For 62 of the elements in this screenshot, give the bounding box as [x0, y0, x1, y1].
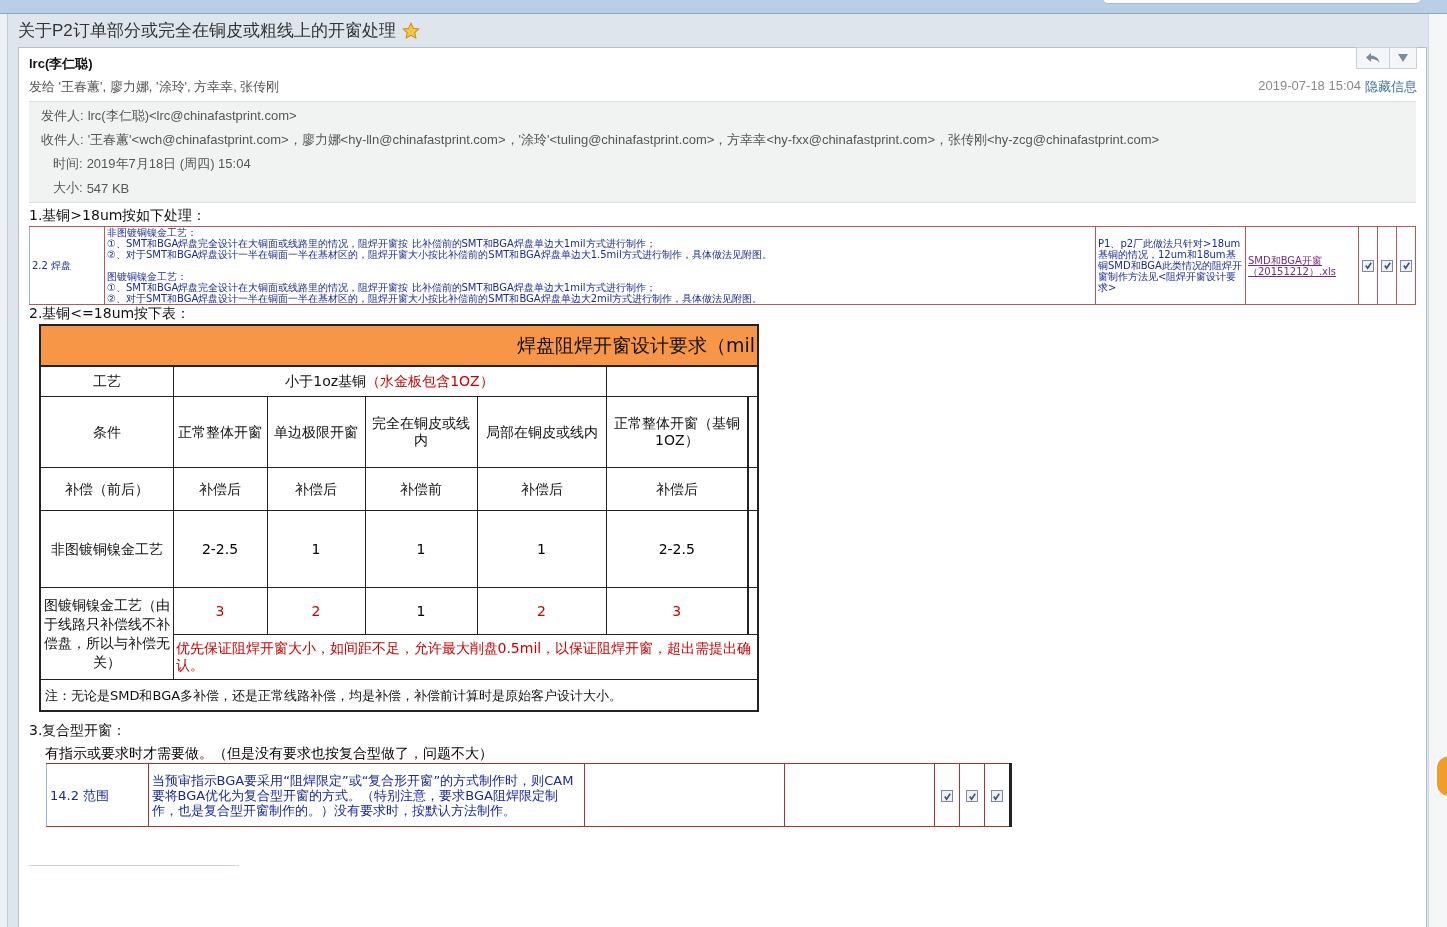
table-cell: 2	[267, 587, 365, 635]
table-text-line: ②、对于SMT和BGA焊盘设计一半在铜面一半在基材区的，阻焊开窗大小按比补偿前的SMT和BGA焊盘单边大2mil方式进行制作，具体做法见附图。	[107, 293, 764, 304]
table-cell: 1	[365, 510, 477, 588]
table-cell: 图镀铜镍金工艺（由于线路只补偿线不补偿盘，所以与补偿无关）	[40, 587, 173, 680]
table-cell: 补偿后	[477, 467, 606, 511]
section-heading: 2.基铜<=18um按下表：	[29, 305, 192, 323]
detail-value: 547 KB	[86, 180, 130, 196]
reply-button[interactable]	[1356, 47, 1390, 69]
checkbox[interactable]	[1400, 259, 1412, 272]
caret-icon	[1398, 54, 1408, 62]
checkbox[interactable]	[1381, 259, 1393, 272]
table-cell: 2	[477, 587, 606, 635]
sender-name: lrc(李仁聪)	[29, 55, 93, 73]
email-subject: 关于P2订单部分或完全在铜皮或粗线上的开窗处理	[18, 20, 396, 42]
table-cell: 单边极限开窗	[267, 396, 365, 468]
table-text-line: ①、SMT和BGA焊盘完全设计在大铜面或线路里的情况，阻焊开窗按 比补偿前的SMT和BGA焊盘单边大1mil方式进行制作；	[107, 238, 657, 249]
email-date: 2019-07-18 15:04	[1258, 78, 1361, 95]
table-cell: P1、p2厂此做法只针对>18um基铜的情况，12um和18um基铜SMD和BGA此类情况的阻焊开窗制作方法见<阻焊开窗设计要求>	[1095, 226, 1246, 305]
checkbox[interactable]	[966, 790, 978, 802]
detail-label: 大小:	[53, 179, 83, 197]
table-text-line: 图镀铜镍金工艺：	[107, 271, 188, 282]
section-heading: 1.基铜>18um按如下处理：	[29, 207, 208, 225]
detail-label: 收件人:	[41, 131, 84, 149]
table-cell: 条件	[40, 396, 173, 468]
process-value: 小于1oz基铜	[285, 373, 367, 389]
recipients-line: 发给 '王春蕙', 廖力娜, '涂玲', 方幸幸, 张传刚	[29, 78, 280, 96]
table-cell: 补偿前	[365, 467, 477, 511]
detail-value: lrc(李仁聪)<lrc@chinafastprint.com>	[87, 107, 297, 125]
detail-label: 时间:	[53, 155, 83, 173]
detail-value: 2019年7月18日 (周四) 15:04	[86, 155, 251, 173]
table-cell: 1	[477, 510, 606, 588]
star-icon[interactable]	[401, 21, 420, 40]
table-cell: 局部在铜皮或线内	[477, 396, 606, 468]
table-cell: 补偿后	[173, 467, 267, 511]
table-title: 焊盘阻焊开窗设计要求（mil	[40, 325, 759, 366]
checkbox[interactable]	[991, 790, 1003, 802]
table-text-line: 非图镀铜镍金工艺：	[107, 227, 198, 238]
table-cell: 2.2 焊盘	[29, 226, 105, 305]
table-cell: 补偿（前后）	[40, 467, 173, 511]
table-cell: 1	[365, 587, 477, 635]
process-note: （水金板包含1OZ）	[366, 373, 494, 389]
section-heading: 3.复合型开窗：	[29, 722, 128, 740]
checkbox[interactable]	[1362, 259, 1374, 272]
detail-label: 发件人:	[41, 107, 84, 125]
table-text-line: ①、SMT和BGA焊盘完全设计在大铜面或线路里的情况，阻焊开窗按 比补偿前的SMT和BGA焊盘单边大1mil方式进行制作；	[107, 282, 657, 293]
table-cell: 3	[173, 587, 267, 635]
table-cell: 非图镀铜镍金工艺	[40, 510, 173, 588]
paragraph-text: 有指示或要求时才需要做。（但是没有要求也按复合型做了，问题不大）	[44, 745, 494, 763]
table-cell: 工艺	[40, 366, 173, 397]
reply-icon	[1365, 52, 1381, 64]
table-cell: 正常整体开窗	[173, 396, 267, 468]
more-button[interactable]	[1390, 47, 1417, 69]
table-cell: 1	[267, 510, 365, 588]
detail-value: '王春蕙'<wch@chinafastprint.com>，廖力娜<hy-lln@chinafastprint.com>，'涂玲'<tuling@chinafastprint.com>，方幸幸<hy-fxx@chinafastprint.com>，张传刚<hy-zcg@chinafastprint.com>	[87, 131, 1160, 149]
hide-info-link[interactable]: 隐藏信息	[1365, 78, 1417, 96]
table-cell: 当预审指示BGA要采用“阻焊限定”或“复合形开窗”的方式制作时，则CAM要将BGA优化为复合型开窗的方式。（特别注意，要求BGA阻焊限定制作，也是复合型开窗制作的。）没有要求时，按默认方法制作。	[148, 763, 585, 827]
checkbox[interactable]	[941, 790, 954, 802]
table-cell: 补偿后	[267, 467, 365, 511]
table-text-line: ②、对于SMT和BGA焊盘设计一半在铜面一半在基材区的，阻焊开窗大小按比补偿前的SMT和BGA焊盘单边大1.5mil方式进行制作，具体做法见附图。	[107, 249, 773, 260]
table-cell: 14.2 范围	[46, 763, 149, 827]
table-cell: 2-2.5	[173, 510, 267, 588]
table-cell: 完全在铜皮或线内	[365, 396, 477, 468]
